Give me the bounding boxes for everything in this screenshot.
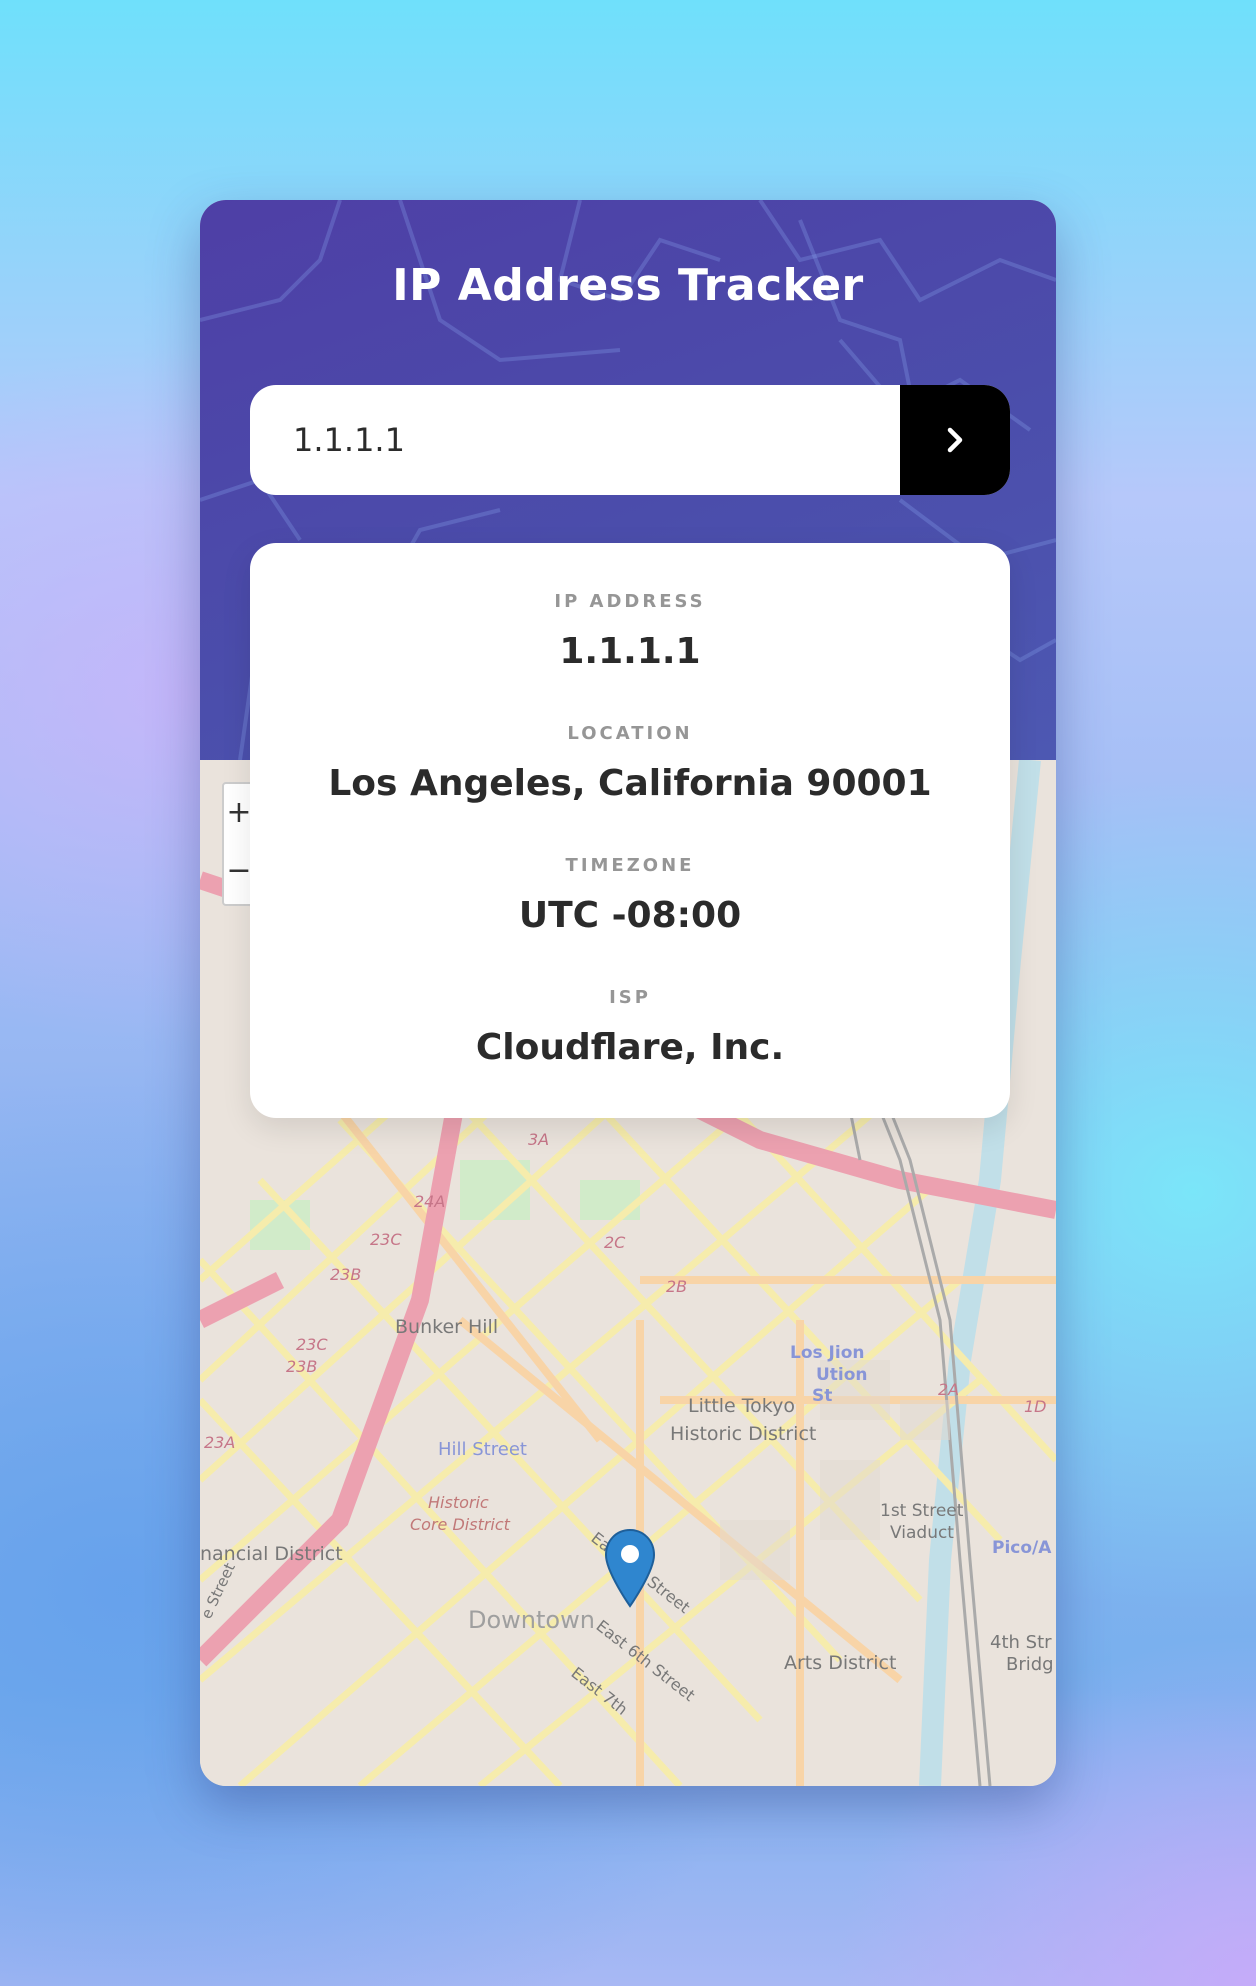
isp-value: Cloudflare, Inc.: [475, 1027, 785, 1068]
location-label: LOCATION: [567, 723, 693, 744]
ip-address-label: IP ADDRESS: [554, 591, 706, 612]
ip-search-input[interactable]: [250, 385, 898, 495]
search-submit-button[interactable]: [900, 385, 1010, 495]
isp-label: ISP: [609, 987, 651, 1008]
page-title: IP Address Tracker: [392, 260, 864, 311]
ip-address-value: 1.1.1.1: [559, 631, 701, 672]
tracker-card: Bunker Hill Little Tokyo Historic Distri…: [200, 200, 1056, 1786]
timezone-value: UTC -08:00: [518, 895, 742, 936]
location-value: Los Angeles, California 90001: [328, 763, 932, 804]
timezone-label: TIMEZONE: [565, 855, 695, 876]
info-panel: IP ADDRESS 1.1.1.1 LOCATION Los Angeles,…: [250, 543, 1010, 1118]
chevron-right-icon: [947, 427, 963, 453]
search-bar: [250, 385, 1010, 495]
